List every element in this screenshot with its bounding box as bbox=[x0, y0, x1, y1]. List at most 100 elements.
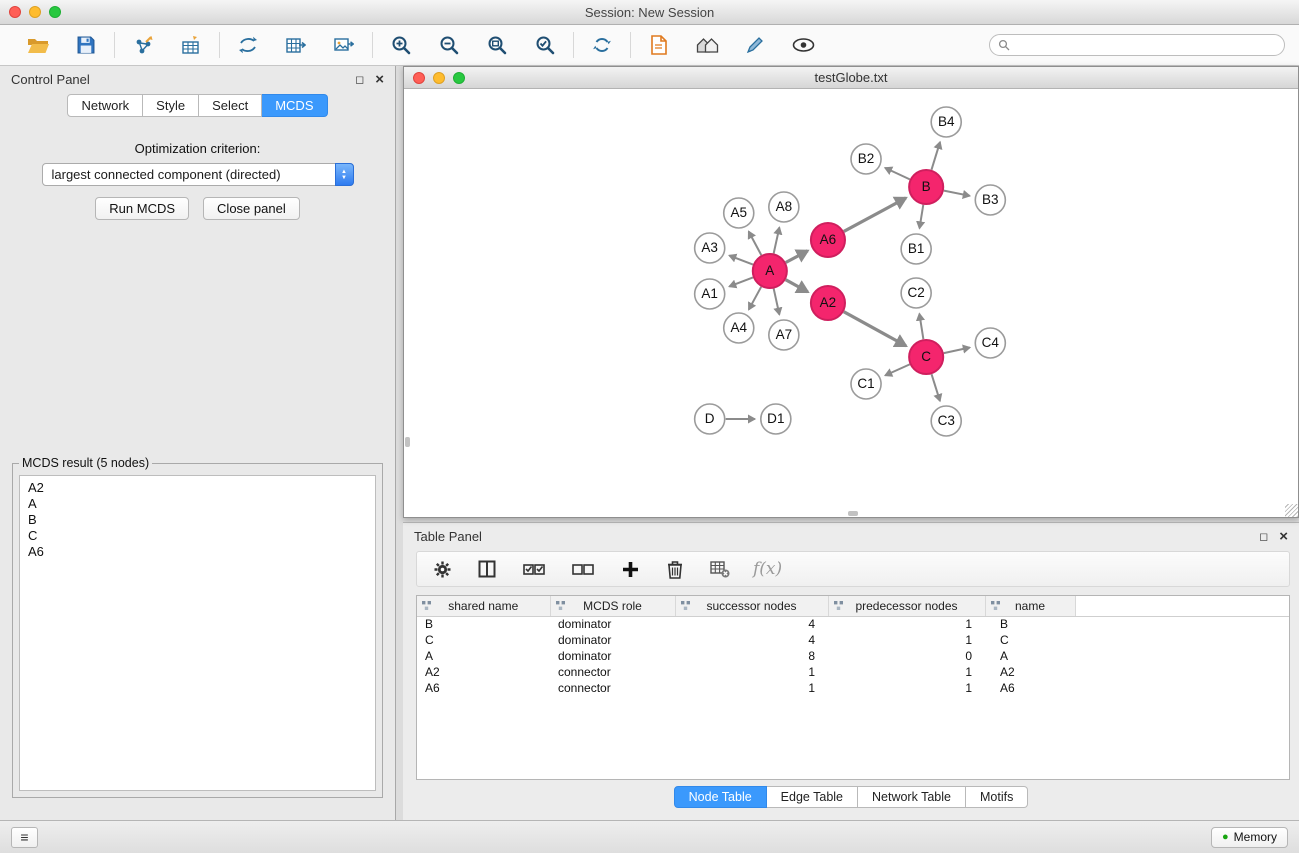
vertical-scrollbar[interactable] bbox=[405, 437, 410, 447]
dropdown-stepper-icon[interactable]: ▲ ▼ bbox=[335, 163, 354, 186]
import-table-button[interactable] bbox=[177, 31, 205, 59]
table-cell[interactable]: A2 bbox=[985, 664, 1075, 680]
table-settings-button[interactable] bbox=[430, 557, 454, 581]
tab-node-table[interactable]: Node Table bbox=[674, 786, 767, 808]
curved-arrows-button[interactable] bbox=[234, 31, 262, 59]
result-item[interactable]: A bbox=[28, 496, 375, 512]
graph-edge-A-A2[interactable] bbox=[786, 280, 808, 292]
table-cell[interactable]: 1 bbox=[828, 616, 985, 632]
save-session-button[interactable] bbox=[72, 31, 100, 59]
graph-edge-A-A5[interactable] bbox=[749, 232, 762, 256]
column-header-predecessor-nodes[interactable]: predecessor nodes bbox=[828, 596, 985, 616]
graph-edge-A-A7[interactable] bbox=[774, 289, 780, 315]
graph-edge-A-A6[interactable] bbox=[786, 251, 808, 263]
minimize-network-window-icon[interactable] bbox=[433, 72, 445, 84]
tab-mcds[interactable]: MCDS bbox=[262, 94, 327, 117]
deselect-all-button[interactable] bbox=[569, 557, 597, 581]
run-mcds-button[interactable]: Run MCDS bbox=[95, 197, 189, 220]
open-session-button[interactable] bbox=[24, 31, 52, 59]
column-header-MCDS-role[interactable]: MCDS role bbox=[550, 596, 675, 616]
table-cell[interactable]: A bbox=[417, 648, 550, 664]
table-cell[interactable]: B bbox=[417, 616, 550, 632]
horizontal-scrollbar[interactable] bbox=[848, 511, 858, 516]
close-panel-button[interactable]: Close panel bbox=[203, 197, 300, 220]
table-cell[interactable]: A bbox=[985, 648, 1075, 664]
table-cell[interactable]: connector bbox=[550, 680, 675, 696]
table-cell[interactable]: 1 bbox=[828, 664, 985, 680]
zoom-in-button[interactable] bbox=[387, 31, 415, 59]
network-window-titlebar[interactable]: testGlobe.txt bbox=[404, 67, 1298, 89]
float-panel-icon[interactable]: ◻ bbox=[355, 73, 364, 86]
memory-button[interactable]: ● Memory bbox=[1211, 827, 1288, 848]
tab-network-table[interactable]: Network Table bbox=[858, 786, 966, 808]
table-cell[interactable]: 1 bbox=[675, 664, 828, 680]
home-button[interactable] bbox=[693, 31, 721, 59]
result-item[interactable]: A2 bbox=[28, 480, 375, 496]
table-row[interactable]: Cdominator41C bbox=[417, 632, 1289, 648]
table-cell[interactable]: dominator bbox=[550, 648, 675, 664]
search-box[interactable] bbox=[989, 34, 1285, 56]
tab-select[interactable]: Select bbox=[199, 94, 262, 117]
clone-network-button[interactable] bbox=[645, 31, 673, 59]
table-cell[interactable]: C bbox=[985, 632, 1075, 648]
tab-edge-table[interactable]: Edge Table bbox=[767, 786, 858, 808]
select-all-button[interactable] bbox=[520, 557, 548, 581]
delete-table-button[interactable] bbox=[708, 557, 732, 581]
table-cell[interactable]: A2 bbox=[417, 664, 550, 680]
table-cell[interactable]: dominator bbox=[550, 616, 675, 632]
tab-motifs[interactable]: Motifs bbox=[966, 786, 1028, 808]
table-cell[interactable]: 1 bbox=[828, 680, 985, 696]
graph-edge-C-C1[interactable] bbox=[885, 364, 909, 375]
zoom-window-icon[interactable] bbox=[49, 6, 61, 18]
column-header-name[interactable]: name bbox=[985, 596, 1075, 616]
search-input[interactable] bbox=[1015, 38, 1276, 52]
zoom-fit-button[interactable] bbox=[483, 31, 511, 59]
graph-edge-A-A4[interactable] bbox=[749, 287, 761, 310]
graph-edge-A2-C[interactable] bbox=[844, 312, 906, 346]
show-hide-details-button[interactable] bbox=[789, 31, 817, 59]
graph-edge-C-C3[interactable] bbox=[932, 374, 940, 401]
optimization-criterion-dropdown[interactable]: largest connected component (directed) ▲… bbox=[42, 163, 354, 186]
result-item[interactable]: A6 bbox=[28, 544, 375, 560]
show-columns-button[interactable] bbox=[475, 557, 499, 581]
float-table-panel-icon[interactable]: ◻ bbox=[1259, 530, 1268, 543]
refresh-layout-button[interactable] bbox=[588, 31, 616, 59]
table-cell[interactable]: B bbox=[985, 616, 1075, 632]
function-builder-button[interactable]: f(x) bbox=[753, 559, 782, 579]
graph-edge-A-A8[interactable] bbox=[774, 228, 780, 254]
zoom-selected-button[interactable] bbox=[531, 31, 559, 59]
table-cell[interactable]: A6 bbox=[985, 680, 1075, 696]
status-menu-button[interactable]: ≡ bbox=[11, 827, 38, 848]
table-cell[interactable]: 0 bbox=[828, 648, 985, 664]
table-cell[interactable]: 4 bbox=[675, 632, 828, 648]
table-cell[interactable]: 1 bbox=[828, 632, 985, 648]
export-image-button[interactable] bbox=[330, 31, 358, 59]
tab-network[interactable]: Network bbox=[67, 94, 143, 117]
close-window-icon[interactable] bbox=[9, 6, 21, 18]
column-header-successor-nodes[interactable]: successor nodes bbox=[675, 596, 828, 616]
graph-edge-A-A3[interactable] bbox=[729, 256, 753, 265]
table-cell[interactable]: 8 bbox=[675, 648, 828, 664]
table-cell[interactable]: A6 bbox=[417, 680, 550, 696]
table-cell[interactable]: 4 bbox=[675, 616, 828, 632]
zoom-network-window-icon[interactable] bbox=[453, 72, 465, 84]
table-row[interactable]: A2connector11A2 bbox=[417, 664, 1289, 680]
resize-grip[interactable] bbox=[1285, 504, 1298, 517]
network-canvas[interactable]: B4B2BB3A5A8A6B1A3AC2A1A2A4A7C4CC1C3DD1 bbox=[404, 89, 1298, 517]
result-item[interactable]: B bbox=[28, 512, 375, 528]
table-cell[interactable]: dominator bbox=[550, 632, 675, 648]
zoom-out-button[interactable] bbox=[435, 31, 463, 59]
close-network-window-icon[interactable] bbox=[413, 72, 425, 84]
graph-edge-C-C4[interactable] bbox=[944, 347, 970, 353]
close-panel-icon[interactable]: × bbox=[375, 71, 384, 88]
graph-edge-B-B4[interactable] bbox=[931, 142, 940, 170]
table-cell[interactable]: C bbox=[417, 632, 550, 648]
table-row[interactable]: A6connector11A6 bbox=[417, 680, 1289, 696]
close-table-panel-icon[interactable]: × bbox=[1279, 528, 1288, 545]
table-row[interactable]: Bdominator41B bbox=[417, 616, 1289, 632]
result-item[interactable]: C bbox=[28, 528, 375, 544]
graph-edge-A6-B[interactable] bbox=[844, 198, 906, 231]
annotation-button[interactable] bbox=[741, 31, 769, 59]
column-header-shared-name[interactable]: shared name bbox=[417, 596, 550, 616]
graph-edge-B-B3[interactable] bbox=[944, 191, 970, 196]
